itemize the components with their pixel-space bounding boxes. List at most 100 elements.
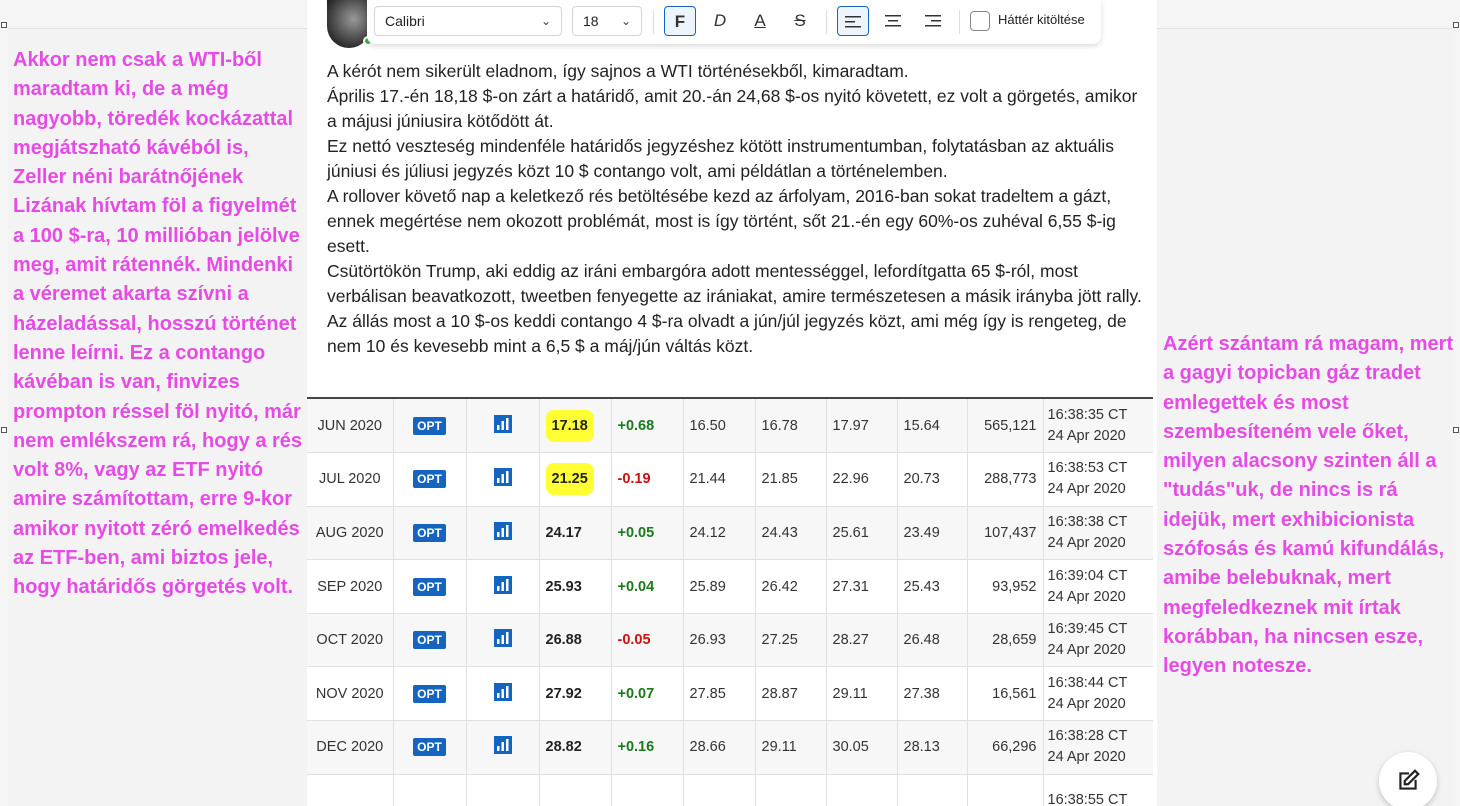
bar-chart-icon[interactable]: [493, 575, 512, 594]
update-time: 16:38:35 CT: [1047, 406, 1128, 423]
contract-month-cell[interactable]: OCT 2020: [307, 613, 394, 668]
contract-month-cell[interactable]: AUG 2020: [307, 506, 394, 561]
volume-cell: 565,121: [967, 399, 1044, 454]
price-change-cell: [611, 774, 684, 806]
align-left-icon: [845, 16, 861, 28]
table-row: DEC 2020 OPT 28.82 +0.16 28.66 29.11 30.05 28.1…: [307, 720, 1153, 775]
bar-chart-icon[interactable]: [493, 414, 512, 433]
last-price: 17.18: [545, 409, 594, 442]
bold-button[interactable]: F: [664, 6, 696, 36]
contract-month-cell[interactable]: JUL 2020: [307, 452, 394, 507]
last-price-cell: 17.18: [539, 399, 612, 454]
update-date: 24 Apr 2020: [1047, 427, 1126, 444]
updated-cell: 16:39:45 CT 24 Apr 2020: [1043, 613, 1153, 668]
options-cell: OPT: [393, 452, 467, 507]
options-button[interactable]: OPT: [413, 684, 446, 703]
selection-handle-top-right[interactable]: [1453, 22, 1459, 28]
bar-chart-icon[interactable]: [493, 736, 512, 755]
high-price-cell: 22.96: [826, 452, 898, 507]
updated-cell: 16:38:44 CT 24 Apr 2020: [1043, 666, 1153, 722]
table-row: OCT 2020 OPT 26.88 -0.05 26.93 27.25 28.27 26.4…: [307, 613, 1153, 668]
forum-post-screenshot: A kérót nem sikerült eladnom, így sajnos…: [307, 0, 1157, 806]
update-time: 16:39:04 CT: [1047, 567, 1128, 584]
options-button[interactable]: OPT: [413, 631, 446, 650]
price-change-cell: +0.16: [611, 720, 684, 775]
selection-handle-top-left[interactable]: [1, 22, 7, 28]
update-time: 16:38:55 CT: [1047, 792, 1128, 806]
updated-cell: 16:38:38 CT 24 Apr 2020: [1043, 506, 1153, 561]
open-price-cell: 24.12: [683, 506, 756, 561]
options-button[interactable]: OPT: [413, 577, 446, 596]
bar-chart-icon[interactable]: [493, 629, 512, 648]
high-price-cell: 29.11: [826, 666, 898, 722]
chart-cell: [466, 720, 540, 775]
align-center-button[interactable]: [877, 6, 909, 36]
last-price-cell: 26.88: [539, 613, 612, 668]
options-button[interactable]: OPT: [413, 523, 446, 542]
contract-month-cell[interactable]: [307, 774, 394, 806]
last-price-cell: 27.92: [539, 666, 612, 722]
bar-chart-icon[interactable]: [493, 468, 512, 487]
last-price: 25.93: [545, 578, 582, 595]
prior-settle-cell: 29.11: [755, 720, 827, 775]
options-cell: [393, 774, 467, 806]
bar-chart-icon[interactable]: [493, 521, 512, 540]
update-date: 24 Apr 2020: [1047, 695, 1126, 712]
updated-cell: 16:38:35 CT 24 Apr 2020: [1043, 399, 1153, 454]
underline-button[interactable]: A: [744, 6, 776, 36]
open-price-cell: 26.93: [683, 613, 756, 668]
update-date: 24 Apr 2020: [1047, 588, 1126, 605]
high-price-cell: [826, 774, 898, 806]
prior-settle-cell: 24.43: [755, 506, 827, 561]
italic-button[interactable]: D: [704, 6, 736, 36]
left-annotation-text[interactable]: Akkor nem csak a WTI-ből maradtam ki, de…: [13, 46, 303, 603]
options-button[interactable]: OPT: [413, 416, 446, 435]
chart-cell: [466, 559, 540, 614]
font-family-select[interactable]: Calibri ⌄: [374, 6, 562, 36]
update-time: 16:39:45 CT: [1047, 621, 1128, 638]
options-button[interactable]: OPT: [413, 470, 446, 489]
contract-month-cell[interactable]: DEC 2020: [307, 720, 394, 775]
right-annotation-text[interactable]: Azért szántam rá magam, mert a gagyi top…: [1163, 330, 1455, 682]
futures-quote-table: JUN 2020 OPT 17.18 +0.68 16.50 16.78 17.97 15.6…: [307, 397, 1153, 806]
contract-month-cell[interactable]: JUN 2020: [307, 399, 394, 454]
update-time: 16:38:44 CT: [1047, 674, 1128, 691]
contract-month-cell[interactable]: SEP 2020: [307, 559, 394, 614]
font-family-value: Calibri: [385, 13, 425, 29]
options-cell: OPT: [393, 506, 467, 561]
chart-cell: [466, 399, 540, 454]
fill-background-checkbox[interactable]: [970, 11, 990, 31]
prior-settle-cell: 16.78: [755, 399, 827, 454]
bar-chart-icon[interactable]: [493, 682, 512, 701]
prior-settle-cell: 27.25: [755, 613, 827, 668]
strikethrough-button[interactable]: S: [784, 6, 816, 36]
options-button[interactable]: OPT: [413, 738, 446, 757]
open-price-cell: 28.66: [683, 720, 756, 775]
options-cell: OPT: [393, 613, 467, 668]
font-size-select[interactable]: 18 ⌄: [572, 6, 642, 36]
post-paragraph: Az állás most a 10 $-os keddi contango 4…: [327, 311, 1127, 356]
edit-button[interactable]: [1379, 752, 1437, 806]
update-time: 16:38:53 CT: [1047, 460, 1128, 477]
open-price-cell: 25.89: [683, 559, 756, 614]
chart-cell: [466, 452, 540, 507]
updated-cell: 16:38:55 CT: [1043, 774, 1153, 806]
last-price: 28.82: [545, 739, 582, 756]
post-paragraph: Ez nettó veszteség mindenféle határidős …: [327, 136, 1114, 181]
selection-handle-left[interactable]: [1, 427, 7, 433]
price-change-cell: -0.19: [611, 452, 684, 507]
price-change-cell: +0.05: [611, 506, 684, 561]
update-time: 16:38:38 CT: [1047, 513, 1128, 530]
last-price-cell: 21.25: [539, 452, 612, 507]
low-price-cell: 15.64: [897, 399, 968, 454]
update-date: 24 Apr 2020: [1047, 481, 1126, 498]
low-price-cell: [897, 774, 968, 806]
bold-icon: F: [674, 12, 686, 31]
post-paragraph: Április 17.-én 18,18 $-on zárt a határid…: [327, 86, 1138, 131]
volume-cell: 93,952: [967, 559, 1044, 614]
align-left-button[interactable]: [837, 6, 869, 36]
update-date: 24 Apr 2020: [1047, 749, 1126, 766]
table-row: JUN 2020 OPT 17.18 +0.68 16.50 16.78 17.97 15.6…: [307, 399, 1153, 454]
contract-month-cell[interactable]: NOV 2020: [307, 666, 394, 722]
align-right-button[interactable]: [917, 6, 949, 36]
